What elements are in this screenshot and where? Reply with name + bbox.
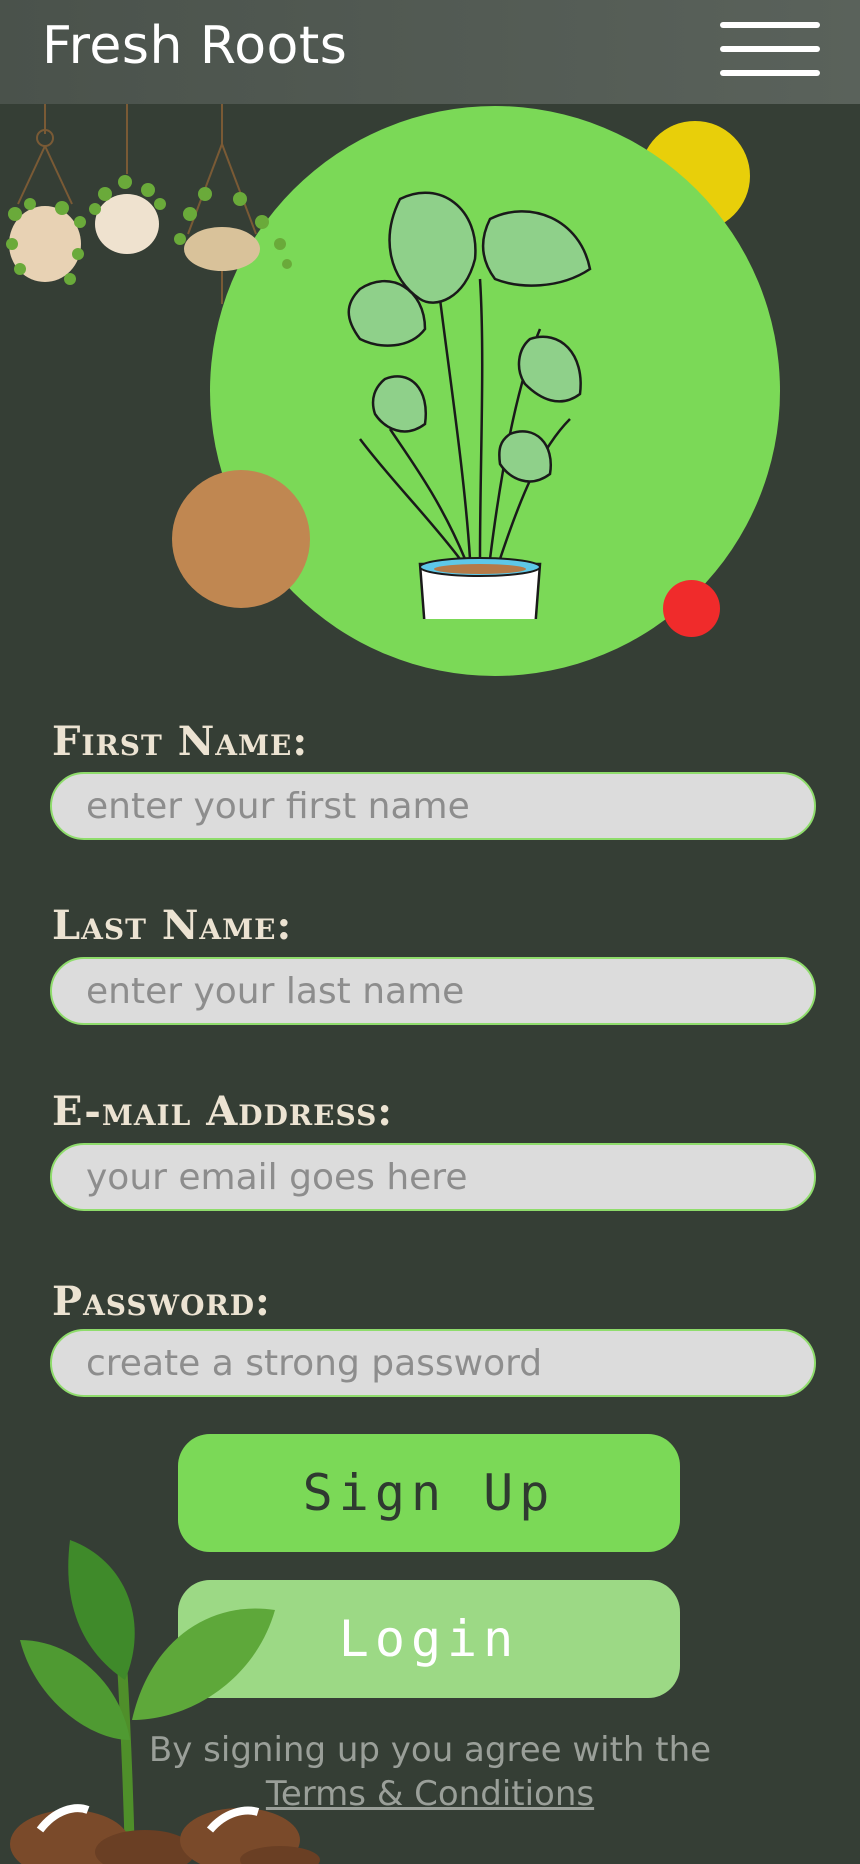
first-name-input[interactable] bbox=[50, 772, 816, 840]
email-input[interactable] bbox=[50, 1143, 816, 1211]
last-name-label: Last Name: bbox=[52, 902, 293, 949]
app-header: Fresh Roots bbox=[0, 0, 860, 104]
menu-line bbox=[720, 70, 820, 76]
password-input[interactable] bbox=[50, 1329, 816, 1397]
last-name-input[interactable] bbox=[50, 957, 816, 1025]
brand-title[interactable]: Fresh Roots bbox=[42, 16, 347, 76]
hamburger-menu-icon[interactable] bbox=[720, 20, 820, 80]
password-label: Password: bbox=[52, 1278, 271, 1325]
first-name-label: First Name: bbox=[52, 718, 309, 765]
menu-line bbox=[720, 46, 820, 52]
hanging-plants-icon bbox=[6, 104, 292, 304]
potted-plant-icon bbox=[347, 191, 592, 619]
email-label: E-mail Address: bbox=[52, 1088, 394, 1135]
menu-line bbox=[720, 22, 820, 28]
sprout-icon bbox=[10, 1540, 320, 1864]
decor-brown-circle bbox=[172, 470, 310, 608]
decor-red-circle bbox=[663, 580, 720, 637]
